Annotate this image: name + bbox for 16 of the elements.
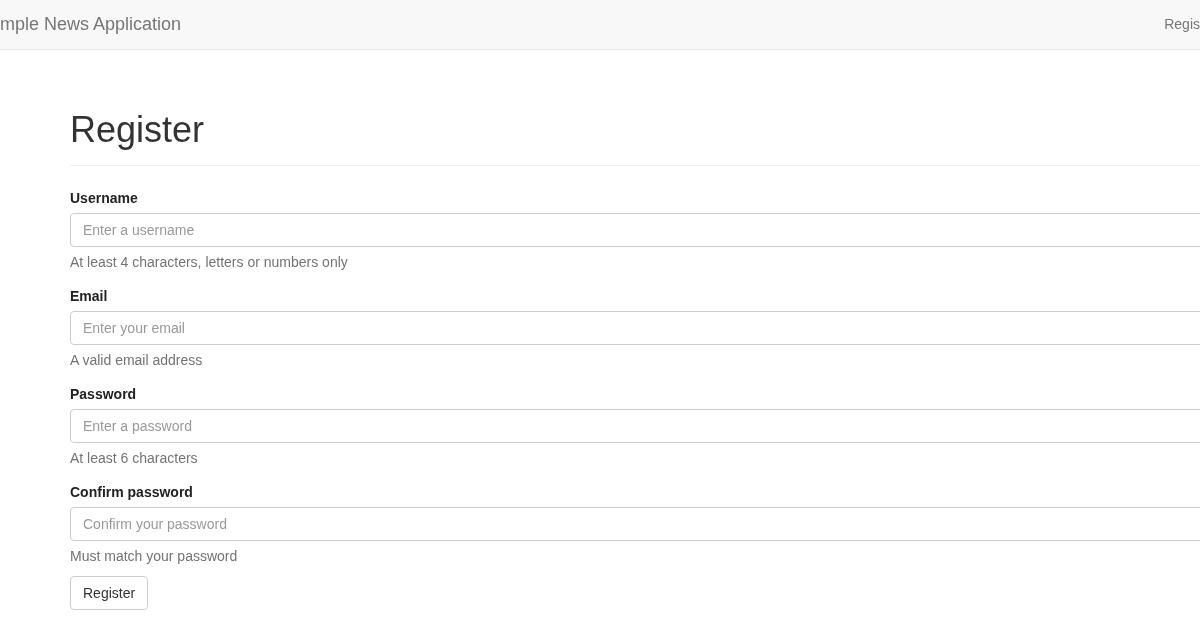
field-label: Password <box>70 385 138 404</box>
input-field[interactable]: Enter a username <box>70 213 1200 247</box>
nav-link[interactable]: Regis <box>1164 14 1200 35</box>
help-text: A valid email address <box>70 351 204 370</box>
brand-link[interactable]: mple News Application <box>0 11 182 38</box>
help-text: Must match your password <box>70 547 239 566</box>
help-text: At least 4 characters, letters or numbers only <box>70 253 349 272</box>
input-field[interactable]: Enter your email <box>70 311 1200 345</box>
help-text: At least 6 characters <box>70 449 199 468</box>
field-label: Username <box>70 189 139 208</box>
register-button[interactable]: Register <box>70 576 149 610</box>
field-label: Confirm password <box>70 483 194 502</box>
input-field[interactable]: Enter a password <box>70 409 1200 443</box>
field-label: Email <box>70 287 109 306</box>
page-title: Register <box>70 110 206 150</box>
input-field[interactable]: Confirm your password <box>70 507 1200 541</box>
